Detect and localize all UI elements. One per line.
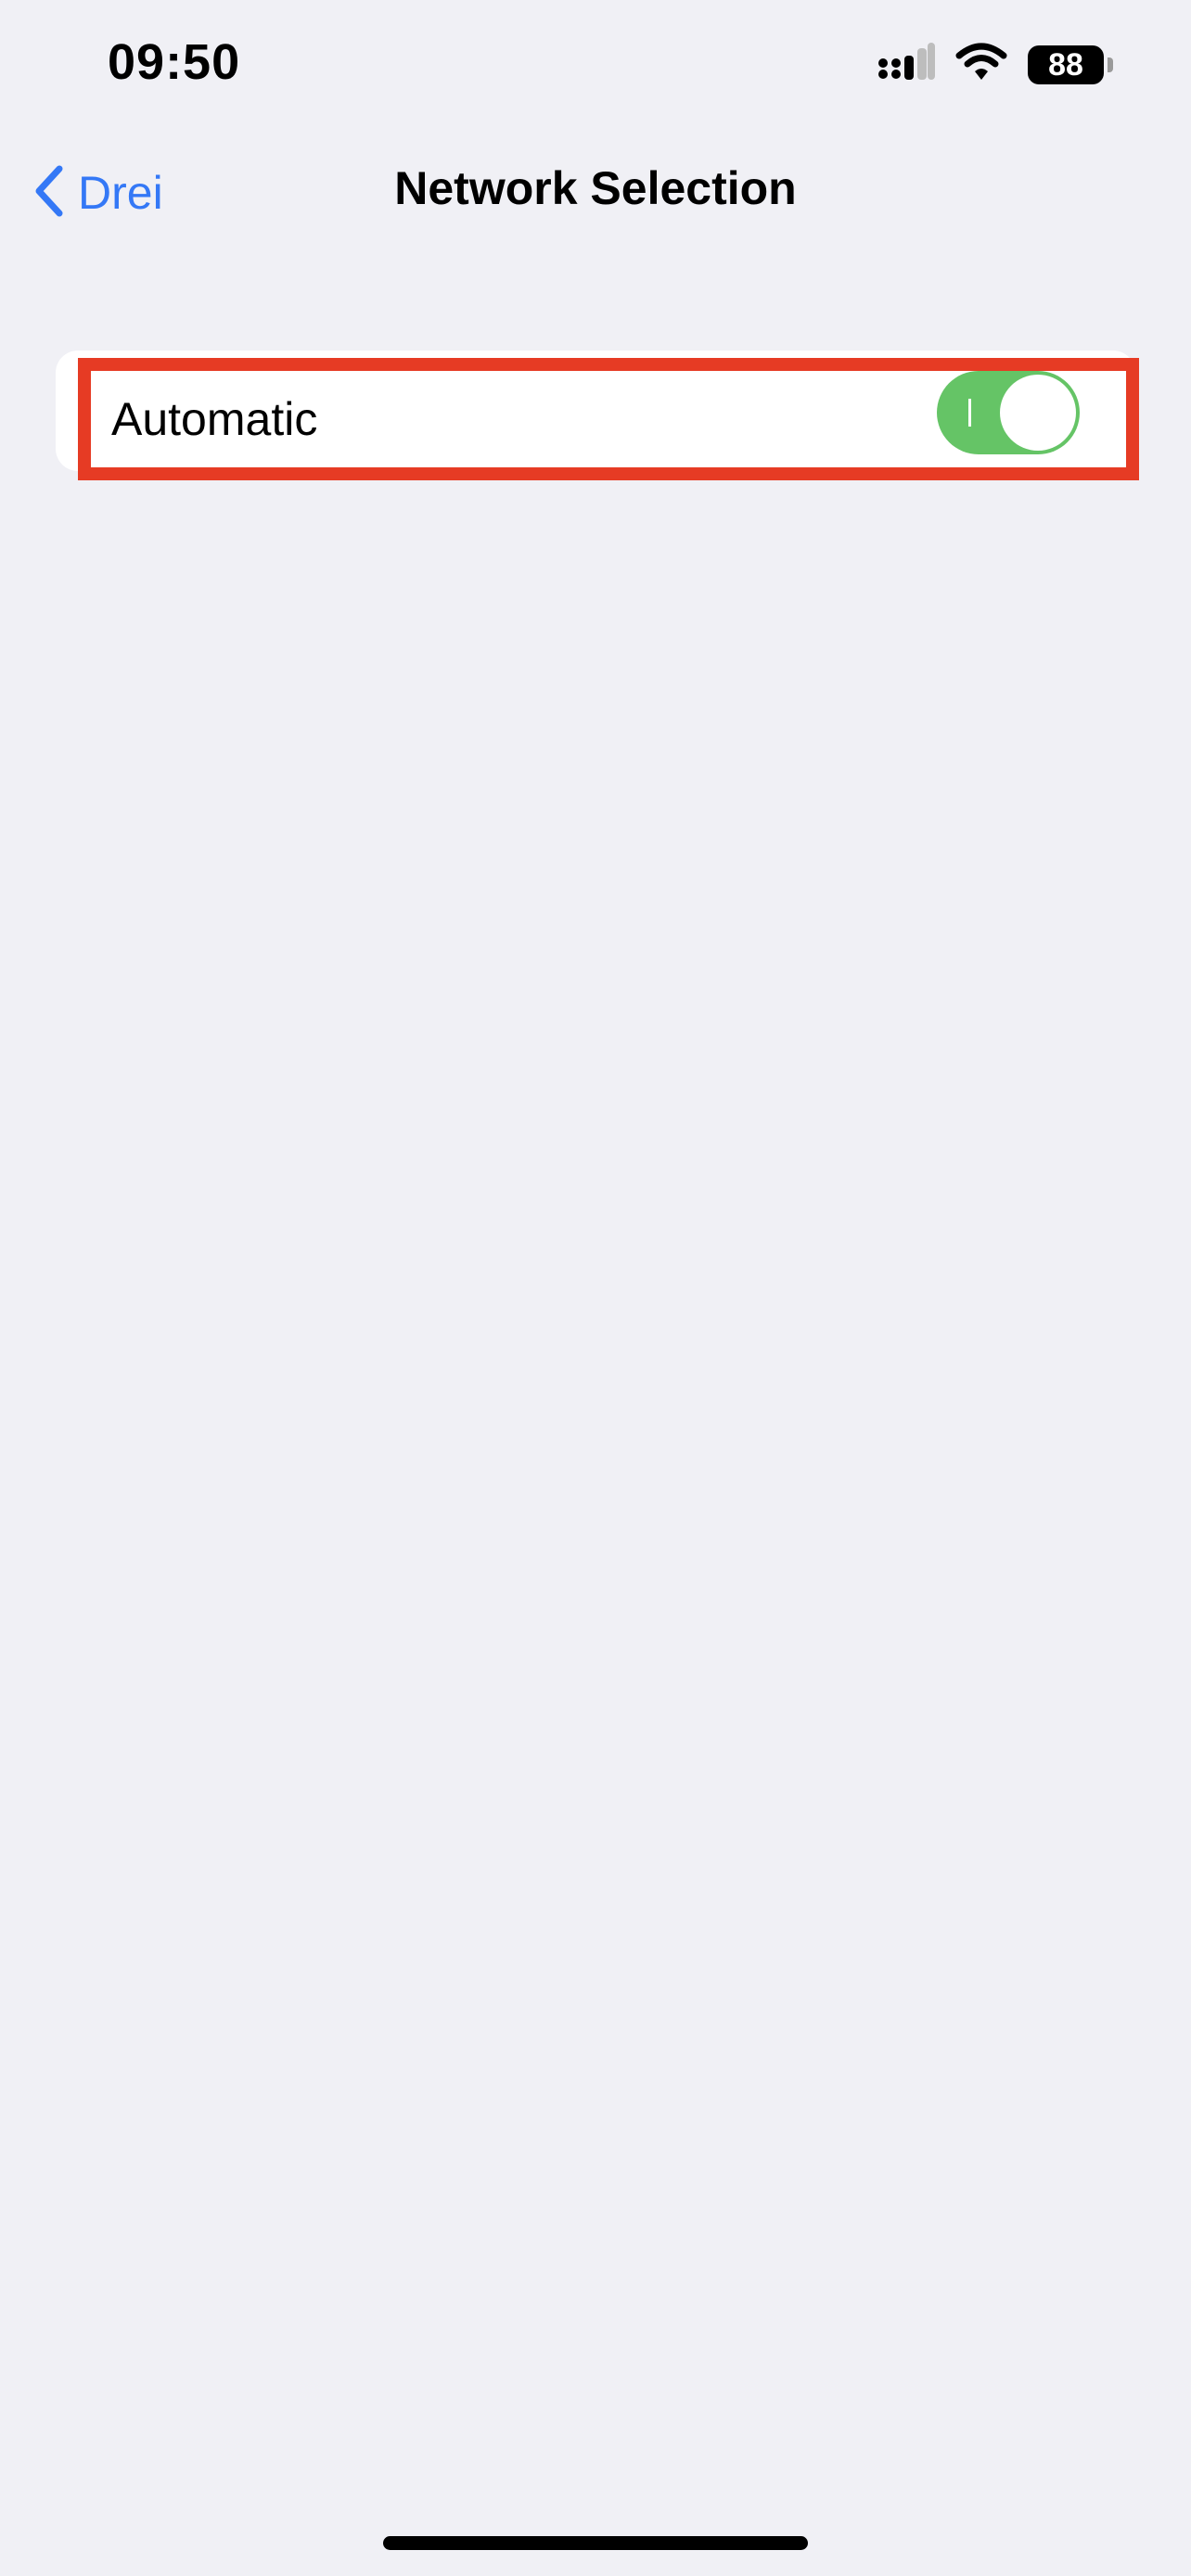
wifi-icon bbox=[955, 43, 1007, 86]
page-title: Network Selection bbox=[394, 162, 797, 214]
battery-cap bbox=[1108, 57, 1113, 72]
automatic-label: Automatic bbox=[111, 393, 318, 445]
cellular-signal-icon bbox=[877, 43, 935, 86]
status-time: 09:50 bbox=[108, 34, 241, 90]
battery-level: 88 bbox=[1028, 45, 1104, 84]
automatic-toggle[interactable] bbox=[937, 371, 1080, 454]
automatic-row: Automatic bbox=[91, 371, 1100, 467]
home-indicator[interactable] bbox=[383, 2536, 808, 2550]
navigation-bar: Drei Network Selection bbox=[0, 139, 1191, 247]
status-bar: 09:50 88 bbox=[0, 0, 1191, 139]
battery-percentage: 88 bbox=[1048, 46, 1083, 83]
toggle-knob bbox=[1000, 375, 1076, 451]
status-icons: 88 bbox=[877, 43, 1113, 86]
battery-icon: 88 bbox=[1028, 45, 1113, 84]
toggle-on-indicator bbox=[968, 399, 971, 427]
